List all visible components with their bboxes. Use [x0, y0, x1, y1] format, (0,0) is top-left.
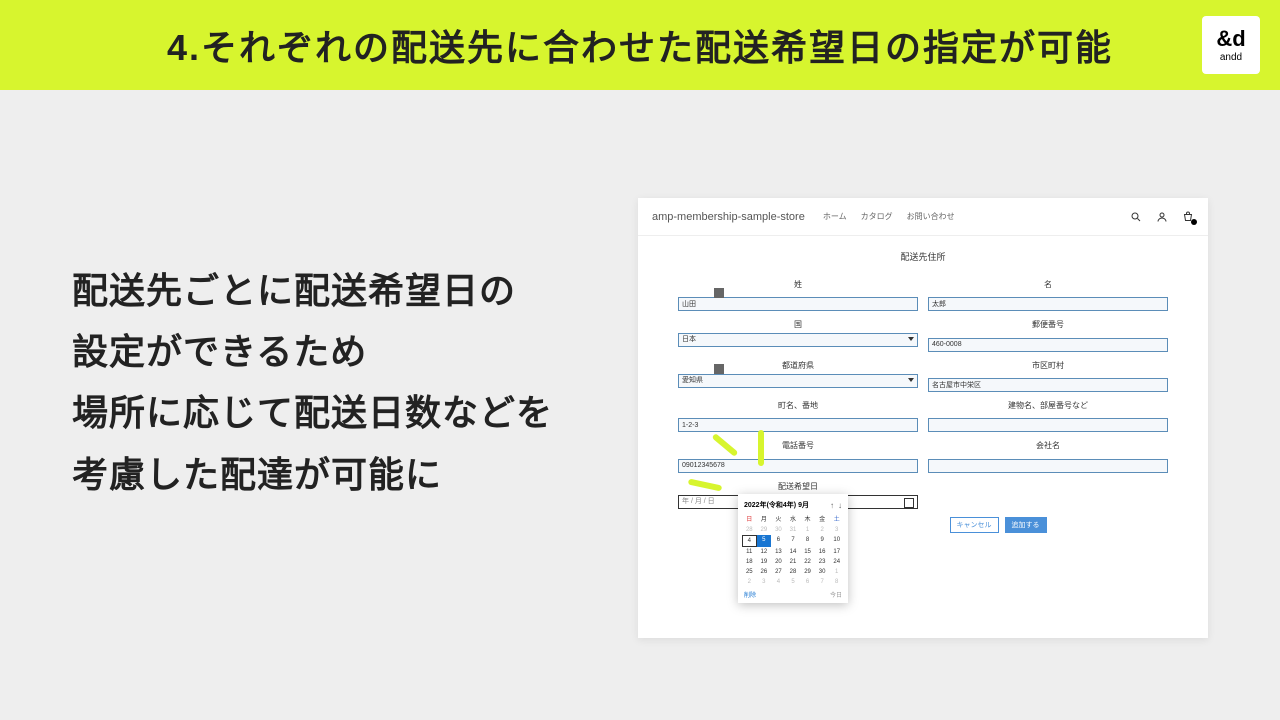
calendar-day[interactable]: 10 [829, 535, 844, 547]
calendar-day[interactable]: 30 [771, 525, 786, 535]
input-postal[interactable] [928, 338, 1168, 352]
calendar-day[interactable]: 5 [757, 535, 772, 547]
calendar-day[interactable]: 29 [800, 567, 815, 577]
calendar-day[interactable]: 21 [786, 557, 801, 567]
calendar-dow: 月 [757, 512, 772, 525]
calendar-day[interactable]: 18 [742, 557, 757, 567]
logo-subtext: andd [1220, 52, 1242, 63]
calendar-day[interactable]: 7 [786, 535, 801, 547]
calendar-day[interactable]: 29 [757, 525, 772, 535]
calendar-dow: 火 [771, 512, 786, 525]
calendar-day[interactable]: 5 [786, 577, 801, 587]
header-icons [1130, 211, 1194, 223]
cart-icon[interactable] [1182, 211, 1194, 223]
calendar-dow: 水 [786, 512, 801, 525]
label-country: 国 [678, 319, 918, 330]
calendar-day[interactable]: 3 [757, 577, 772, 587]
calendar-dow: 金 [815, 512, 830, 525]
calendar-prev-icon[interactable]: ↑ [830, 501, 834, 510]
label-firstname: 名 [928, 279, 1168, 290]
address-form: 配送先住所 姓 名 国 日本 郵便番号 都道府 [638, 236, 1208, 533]
calendar-day[interactable]: 6 [771, 535, 786, 547]
calendar-day[interactable]: 8 [829, 577, 844, 587]
calendar-day[interactable]: 27 [771, 567, 786, 577]
user-icon[interactable] [1156, 211, 1168, 223]
header-bar: 4.それぞれの配送先に合わせた配送希望日の指定が可能 &d andd [0, 0, 1280, 90]
store-header: amp-membership-sample-store ホーム カタログ お問い… [638, 198, 1208, 236]
search-icon[interactable] [1130, 211, 1142, 223]
calendar-day[interactable]: 9 [815, 535, 830, 547]
calendar-day[interactable]: 12 [757, 547, 772, 557]
nav-catalog[interactable]: カタログ [861, 211, 893, 222]
calendar-day[interactable]: 25 [742, 567, 757, 577]
calendar-day[interactable]: 2 [742, 577, 757, 587]
label-phone: 電話番号 [678, 440, 918, 451]
app-screenshot: amp-membership-sample-store ホーム カタログ お問い… [638, 198, 1208, 638]
label-building: 建物名、部屋番号など [928, 400, 1168, 411]
calendar-day[interactable]: 15 [800, 547, 815, 557]
page-title: 4.それぞれの配送先に合わせた配送希望日の指定が可能 [30, 19, 1250, 71]
calendar-next-icon[interactable]: ↓ [838, 501, 842, 510]
calendar-day[interactable]: 20 [771, 557, 786, 567]
calendar-day[interactable]: 28 [786, 567, 801, 577]
brand-logo: &d andd [1202, 16, 1260, 74]
select-country[interactable]: 日本 [678, 333, 918, 347]
input-firstname[interactable] [928, 297, 1168, 311]
form-title: 配送先住所 [678, 250, 1168, 263]
nav-links: ホーム カタログ お問い合わせ [823, 211, 955, 222]
calendar-day[interactable]: 22 [800, 557, 815, 567]
input-phone[interactable] [678, 459, 918, 473]
input-building[interactable] [928, 418, 1168, 432]
input-city[interactable] [928, 378, 1168, 392]
calendar-clear-button[interactable]: 削除 [744, 590, 756, 599]
calendar-day[interactable]: 1 [829, 567, 844, 577]
calendar-day[interactable]: 30 [815, 567, 830, 577]
label-street: 町名、番地 [678, 400, 918, 411]
nav-contact[interactable]: お問い合わせ [907, 211, 955, 222]
select-pref[interactable]: 愛知県 [678, 374, 918, 388]
submit-button[interactable]: 追加する [1005, 517, 1047, 533]
input-company[interactable] [928, 459, 1168, 473]
calendar-day[interactable]: 13 [771, 547, 786, 557]
calendar-day[interactable]: 31 [786, 525, 801, 535]
calendar-dow: 日 [742, 512, 757, 525]
calendar-day[interactable]: 3 [829, 525, 844, 535]
input-lastname[interactable] [678, 297, 918, 311]
calendar-day[interactable]: 14 [786, 547, 801, 557]
date-picker-popup: 2022年(令和4年) 9月 ↑ ↓ 日月火水木金土 2829303112345… [738, 494, 848, 603]
input-street[interactable] [678, 418, 918, 432]
calendar-dow: 木 [800, 512, 815, 525]
store-name: amp-membership-sample-store [652, 211, 805, 223]
calendar-day[interactable]: 4 [771, 577, 786, 587]
calendar-day[interactable]: 8 [800, 535, 815, 547]
nav-home[interactable]: ホーム [823, 211, 847, 222]
label-company: 会社名 [928, 440, 1168, 451]
calendar-day[interactable]: 23 [815, 557, 830, 567]
calendar-day[interactable]: 11 [742, 547, 757, 557]
calendar-day[interactable]: 7 [815, 577, 830, 587]
side-marker-icon [714, 288, 724, 298]
calendar-today-button[interactable]: 今日 [830, 590, 842, 599]
calendar-month-title: 2022年(令和4年) 9月 [744, 500, 809, 510]
label-delivery-date: 配送希望日 [678, 481, 918, 492]
calendar-day[interactable]: 16 [815, 547, 830, 557]
calendar-day[interactable]: 28 [742, 525, 757, 535]
calendar-day[interactable]: 26 [757, 567, 772, 577]
calendar-day[interactable]: 24 [829, 557, 844, 567]
calendar-day[interactable]: 1 [800, 525, 815, 535]
calendar-day[interactable]: 19 [757, 557, 772, 567]
calendar-day[interactable]: 6 [800, 577, 815, 587]
calendar-day[interactable]: 2 [815, 525, 830, 535]
label-postal: 郵便番号 [928, 319, 1168, 330]
calendar-day[interactable]: 4 [742, 535, 757, 547]
label-city: 市区町村 [928, 360, 1168, 371]
cancel-button[interactable]: キャンセル [950, 517, 999, 533]
calendar-day[interactable]: 17 [829, 547, 844, 557]
side-marker-icon [714, 364, 724, 374]
body-description: 配送先ごとに配送希望日の設定ができるため場所に応じて配送日数などを考慮した配達が… [72, 260, 553, 505]
calendar-dow: 土 [829, 512, 844, 525]
logo-mark: &d [1216, 28, 1245, 50]
